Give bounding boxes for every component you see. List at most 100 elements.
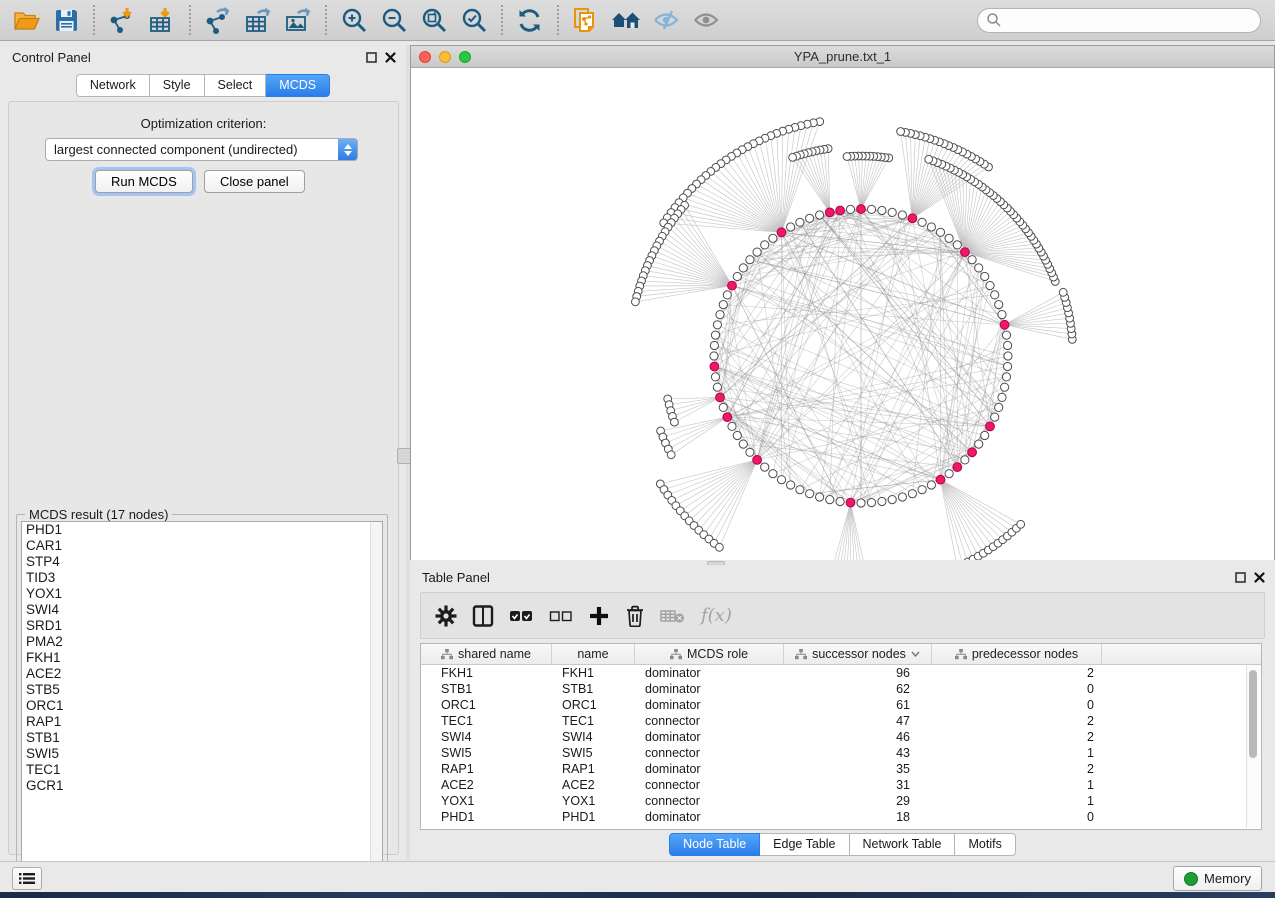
- network-window-titlebar[interactable]: YPA_prune.txt_1: [411, 46, 1274, 68]
- column-header-shared-name[interactable]: shared name: [421, 644, 552, 664]
- table-row[interactable]: SWI5SWI5connector431: [421, 745, 1261, 761]
- tab-network-table[interactable]: Network Table: [850, 833, 956, 856]
- table-row[interactable]: YOX1YOX1connector291: [421, 793, 1261, 809]
- cell: dominator: [635, 666, 784, 680]
- settings-button[interactable]: [435, 605, 457, 627]
- show-all-button[interactable]: [686, 1, 726, 39]
- mcds-result-item[interactable]: RAP1: [22, 714, 382, 730]
- mcds-result-list[interactable]: PHD1CAR1STP4TID3YOX1SWI4SRD1PMA2FKH1ACE2…: [21, 521, 383, 879]
- tab-mcds[interactable]: MCDS: [266, 74, 330, 97]
- zoom-out-button[interactable]: [374, 1, 414, 39]
- zoom-selected-button[interactable]: [454, 1, 494, 39]
- function-builder-button[interactable]: f(x): [701, 605, 732, 626]
- tab-motifs[interactable]: Motifs: [955, 833, 1015, 856]
- mcds-result-item[interactable]: SRD1: [22, 618, 382, 634]
- dropdown-stepper-icon: [338, 139, 357, 160]
- mcds-result-item[interactable]: PHD1: [22, 522, 382, 538]
- tab-style[interactable]: Style: [150, 74, 205, 97]
- mcds-result-item[interactable]: YOX1: [22, 586, 382, 602]
- criterion-dropdown[interactable]: largest connected component (undirected): [45, 138, 358, 161]
- column-header-predecessor-nodes[interactable]: predecessor nodes: [932, 644, 1102, 664]
- cell: dominator: [635, 698, 784, 712]
- close-panel-icon[interactable]: [385, 52, 396, 63]
- cell: TEC1: [421, 714, 552, 728]
- export-network-icon: [204, 7, 232, 34]
- mcds-result-item[interactable]: TEC1: [22, 762, 382, 778]
- add-column-button[interactable]: [588, 605, 610, 627]
- mcds-result-item[interactable]: ACE2: [22, 666, 382, 682]
- table-row[interactable]: TEC1TEC1connector472: [421, 713, 1261, 729]
- export-image-button[interactable]: [278, 1, 318, 39]
- network-graph-canvas[interactable]: [411, 68, 1274, 560]
- search-box[interactable]: [977, 8, 1261, 33]
- export-network-button[interactable]: [198, 1, 238, 39]
- memory-button[interactable]: Memory: [1173, 866, 1262, 891]
- node-table-body: FKH1FKH1dominator962STB1STB1dominator620…: [421, 665, 1261, 825]
- clone-network-button[interactable]: [566, 1, 606, 39]
- save-icon: [54, 8, 79, 33]
- delete-table-button[interactable]: [660, 607, 686, 625]
- open-file-button[interactable]: [6, 1, 46, 39]
- deselect-all-button[interactable]: [549, 608, 573, 624]
- mcds-result-item[interactable]: SWI4: [22, 602, 382, 618]
- hide-selected-button[interactable]: [646, 1, 686, 39]
- tab-network[interactable]: Network: [76, 74, 150, 97]
- table-row[interactable]: RAP1RAP1dominator352: [421, 761, 1261, 777]
- run-mcds-button[interactable]: Run MCDS: [95, 170, 193, 193]
- zoom-in-button[interactable]: [334, 1, 374, 39]
- cell: 2: [932, 762, 1102, 776]
- main-toolbar: [0, 0, 1275, 41]
- float-panel-icon[interactable]: [366, 52, 377, 63]
- mcds-result-item[interactable]: GCR1: [22, 778, 382, 794]
- search-input[interactable]: [1002, 12, 1260, 29]
- home-button[interactable]: [606, 1, 646, 39]
- table-row[interactable]: SWI4SWI4dominator462: [421, 729, 1261, 745]
- apply-layout-button[interactable]: [510, 1, 550, 39]
- cell: FKH1: [552, 666, 635, 680]
- tab-select[interactable]: Select: [205, 74, 267, 97]
- close-panel-icon[interactable]: [1254, 572, 1265, 583]
- mcds-result-item[interactable]: CAR1: [22, 538, 382, 554]
- mcds-result-item[interactable]: TID3: [22, 570, 382, 586]
- columns-button[interactable]: [472, 605, 494, 627]
- tab-edge-table[interactable]: Edge Table: [760, 833, 849, 856]
- zoom-fit-icon: [421, 7, 447, 33]
- table-row[interactable]: PHD1PHD1dominator180: [421, 809, 1261, 825]
- select-all-button[interactable]: [509, 608, 534, 624]
- result-list-scrollbar[interactable]: [370, 522, 382, 878]
- zoom-fit-button[interactable]: [414, 1, 454, 39]
- table-row[interactable]: ORC1ORC1dominator610: [421, 697, 1261, 713]
- table-scrollbar-thumb[interactable]: [1249, 670, 1257, 758]
- mcds-result-item[interactable]: STB1: [22, 730, 382, 746]
- import-table-button[interactable]: [142, 1, 182, 39]
- column-header-successor-nodes[interactable]: successor nodes: [784, 644, 932, 664]
- table-row[interactable]: STB1STB1dominator620: [421, 681, 1261, 697]
- close-panel-button[interactable]: Close panel: [204, 170, 305, 193]
- column-label: MCDS role: [687, 647, 748, 661]
- mcds-result-item[interactable]: STP4: [22, 554, 382, 570]
- float-panel-icon[interactable]: [1235, 572, 1246, 583]
- cell: 43: [784, 746, 932, 760]
- table-row[interactable]: ACE2ACE2connector311: [421, 777, 1261, 793]
- mcds-result-item[interactable]: SWI5: [22, 746, 382, 762]
- column-header-mcds-role[interactable]: MCDS role: [635, 644, 784, 664]
- cell: YOX1: [552, 794, 635, 808]
- save-session-button[interactable]: [46, 1, 86, 39]
- table-scrollbar[interactable]: [1246, 665, 1260, 828]
- cell: 96: [784, 666, 932, 680]
- column-header-name[interactable]: name: [552, 644, 635, 664]
- mcds-result-item[interactable]: ORC1: [22, 698, 382, 714]
- cell: ACE2: [552, 778, 635, 792]
- delete-column-button[interactable]: [625, 604, 645, 627]
- import-table-icon: [148, 7, 176, 34]
- mcds-result-item[interactable]: STB5: [22, 682, 382, 698]
- tab-node-table[interactable]: Node Table: [669, 833, 760, 856]
- import-network-button[interactable]: [102, 1, 142, 39]
- mcds-result-item[interactable]: FKH1: [22, 650, 382, 666]
- panel-menu-button[interactable]: [12, 867, 42, 890]
- status-bar: Memory: [0, 861, 1275, 893]
- cell: PHD1: [552, 810, 635, 824]
- table-row[interactable]: FKH1FKH1dominator962: [421, 665, 1261, 681]
- mcds-result-item[interactable]: PMA2: [22, 634, 382, 650]
- export-table-button[interactable]: [238, 1, 278, 39]
